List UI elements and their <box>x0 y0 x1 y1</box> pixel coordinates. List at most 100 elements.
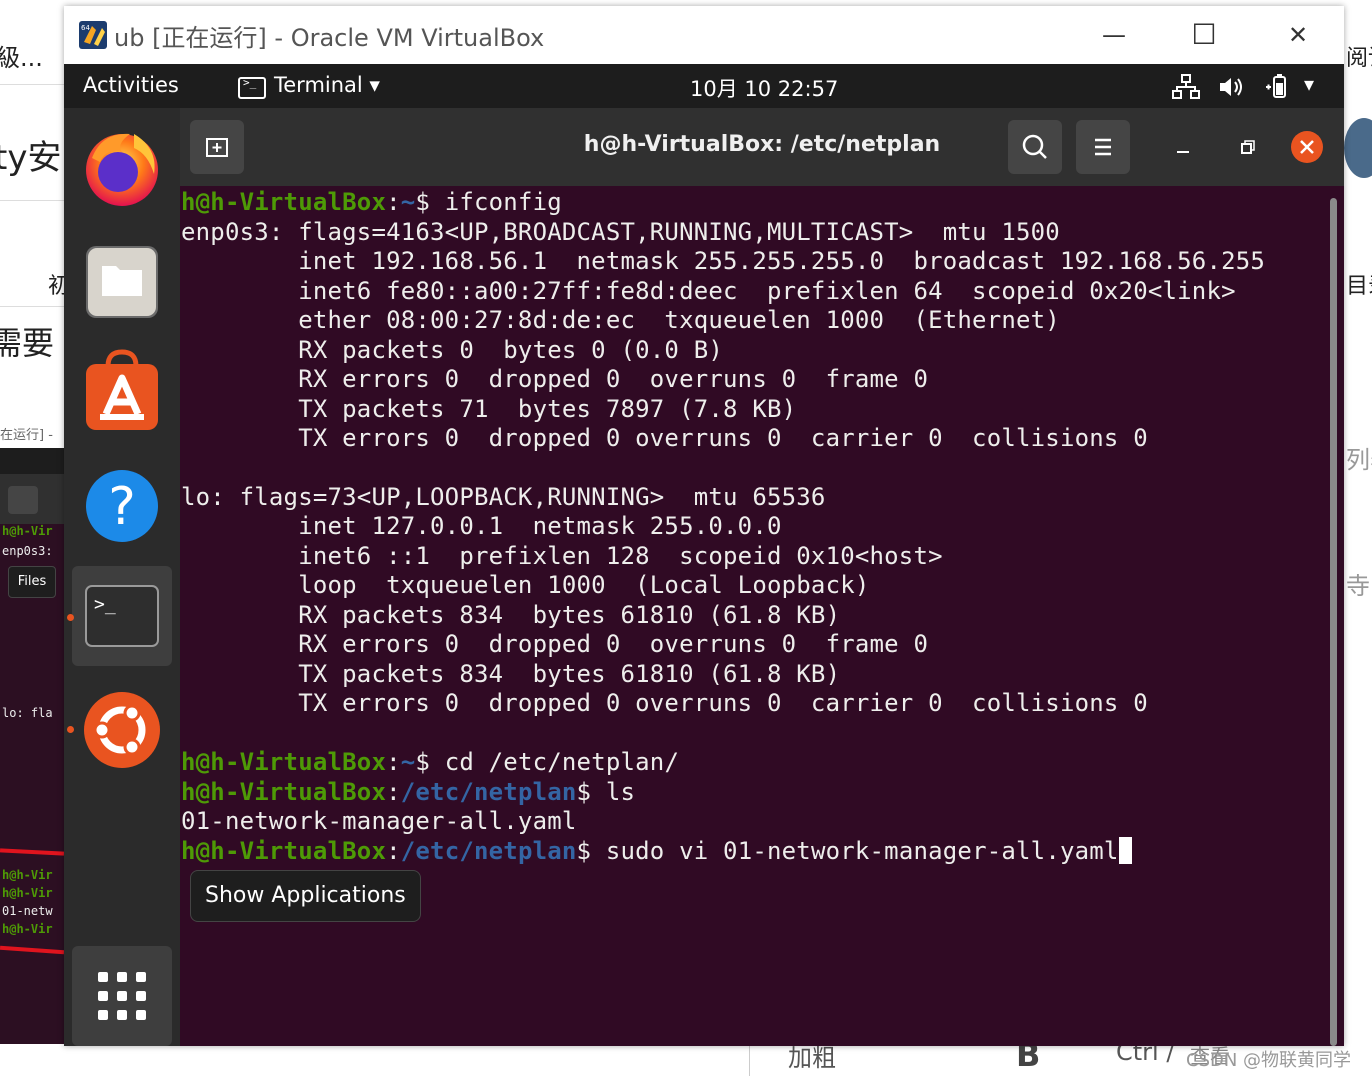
output-line: TX errors 0 dropped 0 overruns 0 carrier… <box>181 689 1148 717</box>
terminal-app-icon: >_ <box>238 76 266 99</box>
prompt-path: ~ <box>400 748 416 776</box>
command-text: sudo vi 01-network-manager-all.yaml <box>591 837 1119 865</box>
host-left-strip: 級... ty安 初 需要 在运行] - h@h-Vir enp0s3: Fil… <box>0 0 64 1076</box>
app-grid-icon <box>98 972 146 1020</box>
menu-button[interactable] <box>1076 120 1130 174</box>
host-text: 在运行] - <box>0 428 53 443</box>
terminal-dock-item[interactable]: >_ <box>72 566 172 666</box>
help-icon: ? <box>86 470 158 542</box>
output-line: inet 192.168.56.1 netmask 255.255.255.0 … <box>181 247 1266 275</box>
svg-text:?: ? <box>108 477 136 537</box>
mini-line: h@h-Vir <box>2 922 53 936</box>
prompt-line: h@h-VirtualBox:~$ ifconfig <box>181 188 562 216</box>
terminal-minimize-button[interactable] <box>1170 134 1196 160</box>
terminal-close-button[interactable] <box>1290 130 1324 164</box>
prompt-user: h@h-VirtualBox <box>181 778 387 806</box>
command-text: ifconfig <box>430 188 562 216</box>
ubuntu-running-indicator <box>67 726 74 733</box>
text-cursor <box>1118 837 1132 864</box>
terminal-app-menu[interactable]: Terminal ▾ <box>274 73 380 97</box>
output-line: RX packets 0 bytes 0 (0.0 B) <box>181 336 724 364</box>
host-mini-terminal: h@h-Vir enp0s3: Files lo: fla h@h-Vir h@… <box>0 448 64 1044</box>
mini-line: enp0s3: <box>2 544 53 558</box>
system-menu-arrow[interactable]: ▾ <box>1304 72 1314 96</box>
terminal-headerbar[interactable]: h@h-VirtualBox: /etc/netplan <box>180 108 1344 186</box>
prompt-user: h@h-VirtualBox <box>181 837 387 865</box>
prompt-path: /etc/netplan <box>400 778 577 806</box>
terminal-scrollbar[interactable] <box>1330 198 1337 1046</box>
host-text: 初 <box>48 274 64 299</box>
network-icon[interactable] <box>1172 74 1200 100</box>
mini-files-tooltip: Files <box>8 566 56 598</box>
output-line: TX packets 71 bytes 7897 (7.8 KB) <box>181 395 797 423</box>
output-line: inet6 fe80::a00:27ff:fe8d:deec prefixlen… <box>181 277 1236 305</box>
mini-line: h@h-Vir <box>2 886 53 900</box>
prompt-line: h@h-VirtualBox:~$ cd /etc/netplan/ <box>181 748 680 776</box>
terminal-maximize-button[interactable] <box>1234 134 1260 160</box>
output-line: inet6 ::1 prefixlen 128 scopeid 0x10<hos… <box>181 542 943 570</box>
output-line: RX errors 0 dropped 0 overruns 0 frame 0 <box>181 630 929 658</box>
output-line: loop txqueuelen 1000 (Local Loopback) <box>181 571 870 599</box>
battery-icon[interactable] <box>1264 73 1294 101</box>
host-text: 列表 <box>1346 446 1372 474</box>
hamburger-icon <box>1095 138 1111 156</box>
output-line: 01-network-manager-all.yaml <box>181 807 577 835</box>
activities-button[interactable]: Activities <box>83 73 179 97</box>
output-line: RX errors 0 dropped 0 overruns 0 frame 0 <box>181 365 929 393</box>
prompt-path: /etc/netplan <box>400 837 577 865</box>
show-applications-tooltip: Show Applications <box>190 870 421 922</box>
mini-line: h@h-Vir <box>2 868 53 882</box>
output-line: lo: flags=73<UP,LOOPBACK,RUNNING> mtu 65… <box>181 483 826 511</box>
virtualbox-icon: 64 <box>79 21 107 49</box>
files-dock-item[interactable] <box>72 230 172 330</box>
terminal-running-indicator <box>67 614 74 621</box>
output-line: TX packets 834 bytes 61810 (61.8 KB) <box>181 660 841 688</box>
ubuntu-software-dock-item[interactable] <box>72 342 172 442</box>
terminal-icon: >_ <box>85 585 159 647</box>
svg-text:64: 64 <box>81 24 90 32</box>
mini-line: h@h-Vir <box>2 524 53 538</box>
terminal-window: h@h-VirtualBox: /etc/netplan h@h-Virtual… <box>180 108 1344 1046</box>
minimize-button[interactable]: — <box>1092 16 1136 54</box>
firefox-dock-item[interactable] <box>72 118 172 218</box>
show-applications-button[interactable] <box>72 946 172 1046</box>
svg-text:>_: >_ <box>94 594 116 615</box>
host-text: 目录 <box>1346 274 1372 299</box>
clock[interactable]: 10月 10 22:57 <box>690 73 838 103</box>
host-right-strip: 阅读 目录 列表 寺图 <box>1344 0 1372 1076</box>
volume-icon[interactable] <box>1218 75 1246 99</box>
ubuntu-topbar: Activities >_ Terminal ▾ 10月 10 22:57 ▾ <box>64 64 1344 108</box>
window-title: ub [正在运行] - Oracle VM VirtualBox <box>114 24 545 52</box>
prompt-line: h@h-VirtualBox:/etc/netplan$ ls <box>181 778 636 806</box>
prompt-line: h@h-VirtualBox:/etc/netplan$ sudo vi 01-… <box>181 837 1132 865</box>
host-text: 需要 <box>0 324 55 362</box>
host-bottom-strip: 加粗 B Ctrl / 查看 CSDN @物联黄同学 <box>64 1036 1351 1076</box>
files-icon <box>86 246 158 318</box>
output-line: ether 08:00:27:8d:de:ec txqueuelen 1000 … <box>181 306 1060 334</box>
ubuntu-dock: ? >_ <box>64 108 180 1046</box>
ubuntu-logo-icon <box>84 692 160 768</box>
ubuntu-settings-dock-item[interactable] <box>72 678 172 778</box>
firefox-icon <box>86 133 158 206</box>
prompt-user: h@h-VirtualBox <box>181 748 387 776</box>
prompt-path: ~ <box>400 188 416 216</box>
command-text: ls <box>591 778 636 806</box>
close-button[interactable]: ✕ <box>1276 16 1320 54</box>
host-text: ty安 <box>0 138 62 178</box>
host-text: 阅读 <box>1346 46 1372 71</box>
command-text: cd /etc/netplan/ <box>430 748 680 776</box>
output-line: inet 127.0.0.1 netmask 255.0.0.0 <box>181 512 782 540</box>
mini-line: 01-netw <box>2 904 53 918</box>
search-button[interactable] <box>1008 120 1062 174</box>
virtualbox-titlebar[interactable]: 64 ub [正在运行] - Oracle VM VirtualBox — ☐ … <box>64 6 1344 64</box>
maximize-button[interactable]: ☐ <box>1182 16 1226 54</box>
host-text: 級... <box>0 44 43 72</box>
host-text: 寺图 <box>1346 572 1372 600</box>
ubuntu-software-icon <box>86 349 158 430</box>
help-dock-item[interactable]: ? <box>72 454 172 554</box>
output-line: enp0s3: flags=4163<UP,BROADCAST,RUNNING,… <box>181 218 1060 246</box>
virtualbox-window: 64 ub [正在运行] - Oracle VM VirtualBox — ☐ … <box>64 6 1344 1046</box>
output-line: RX packets 834 bytes 61810 (61.8 KB) <box>181 601 841 629</box>
search-icon <box>1022 134 1047 159</box>
output-line: TX errors 0 dropped 0 overruns 0 carrier… <box>181 424 1148 452</box>
